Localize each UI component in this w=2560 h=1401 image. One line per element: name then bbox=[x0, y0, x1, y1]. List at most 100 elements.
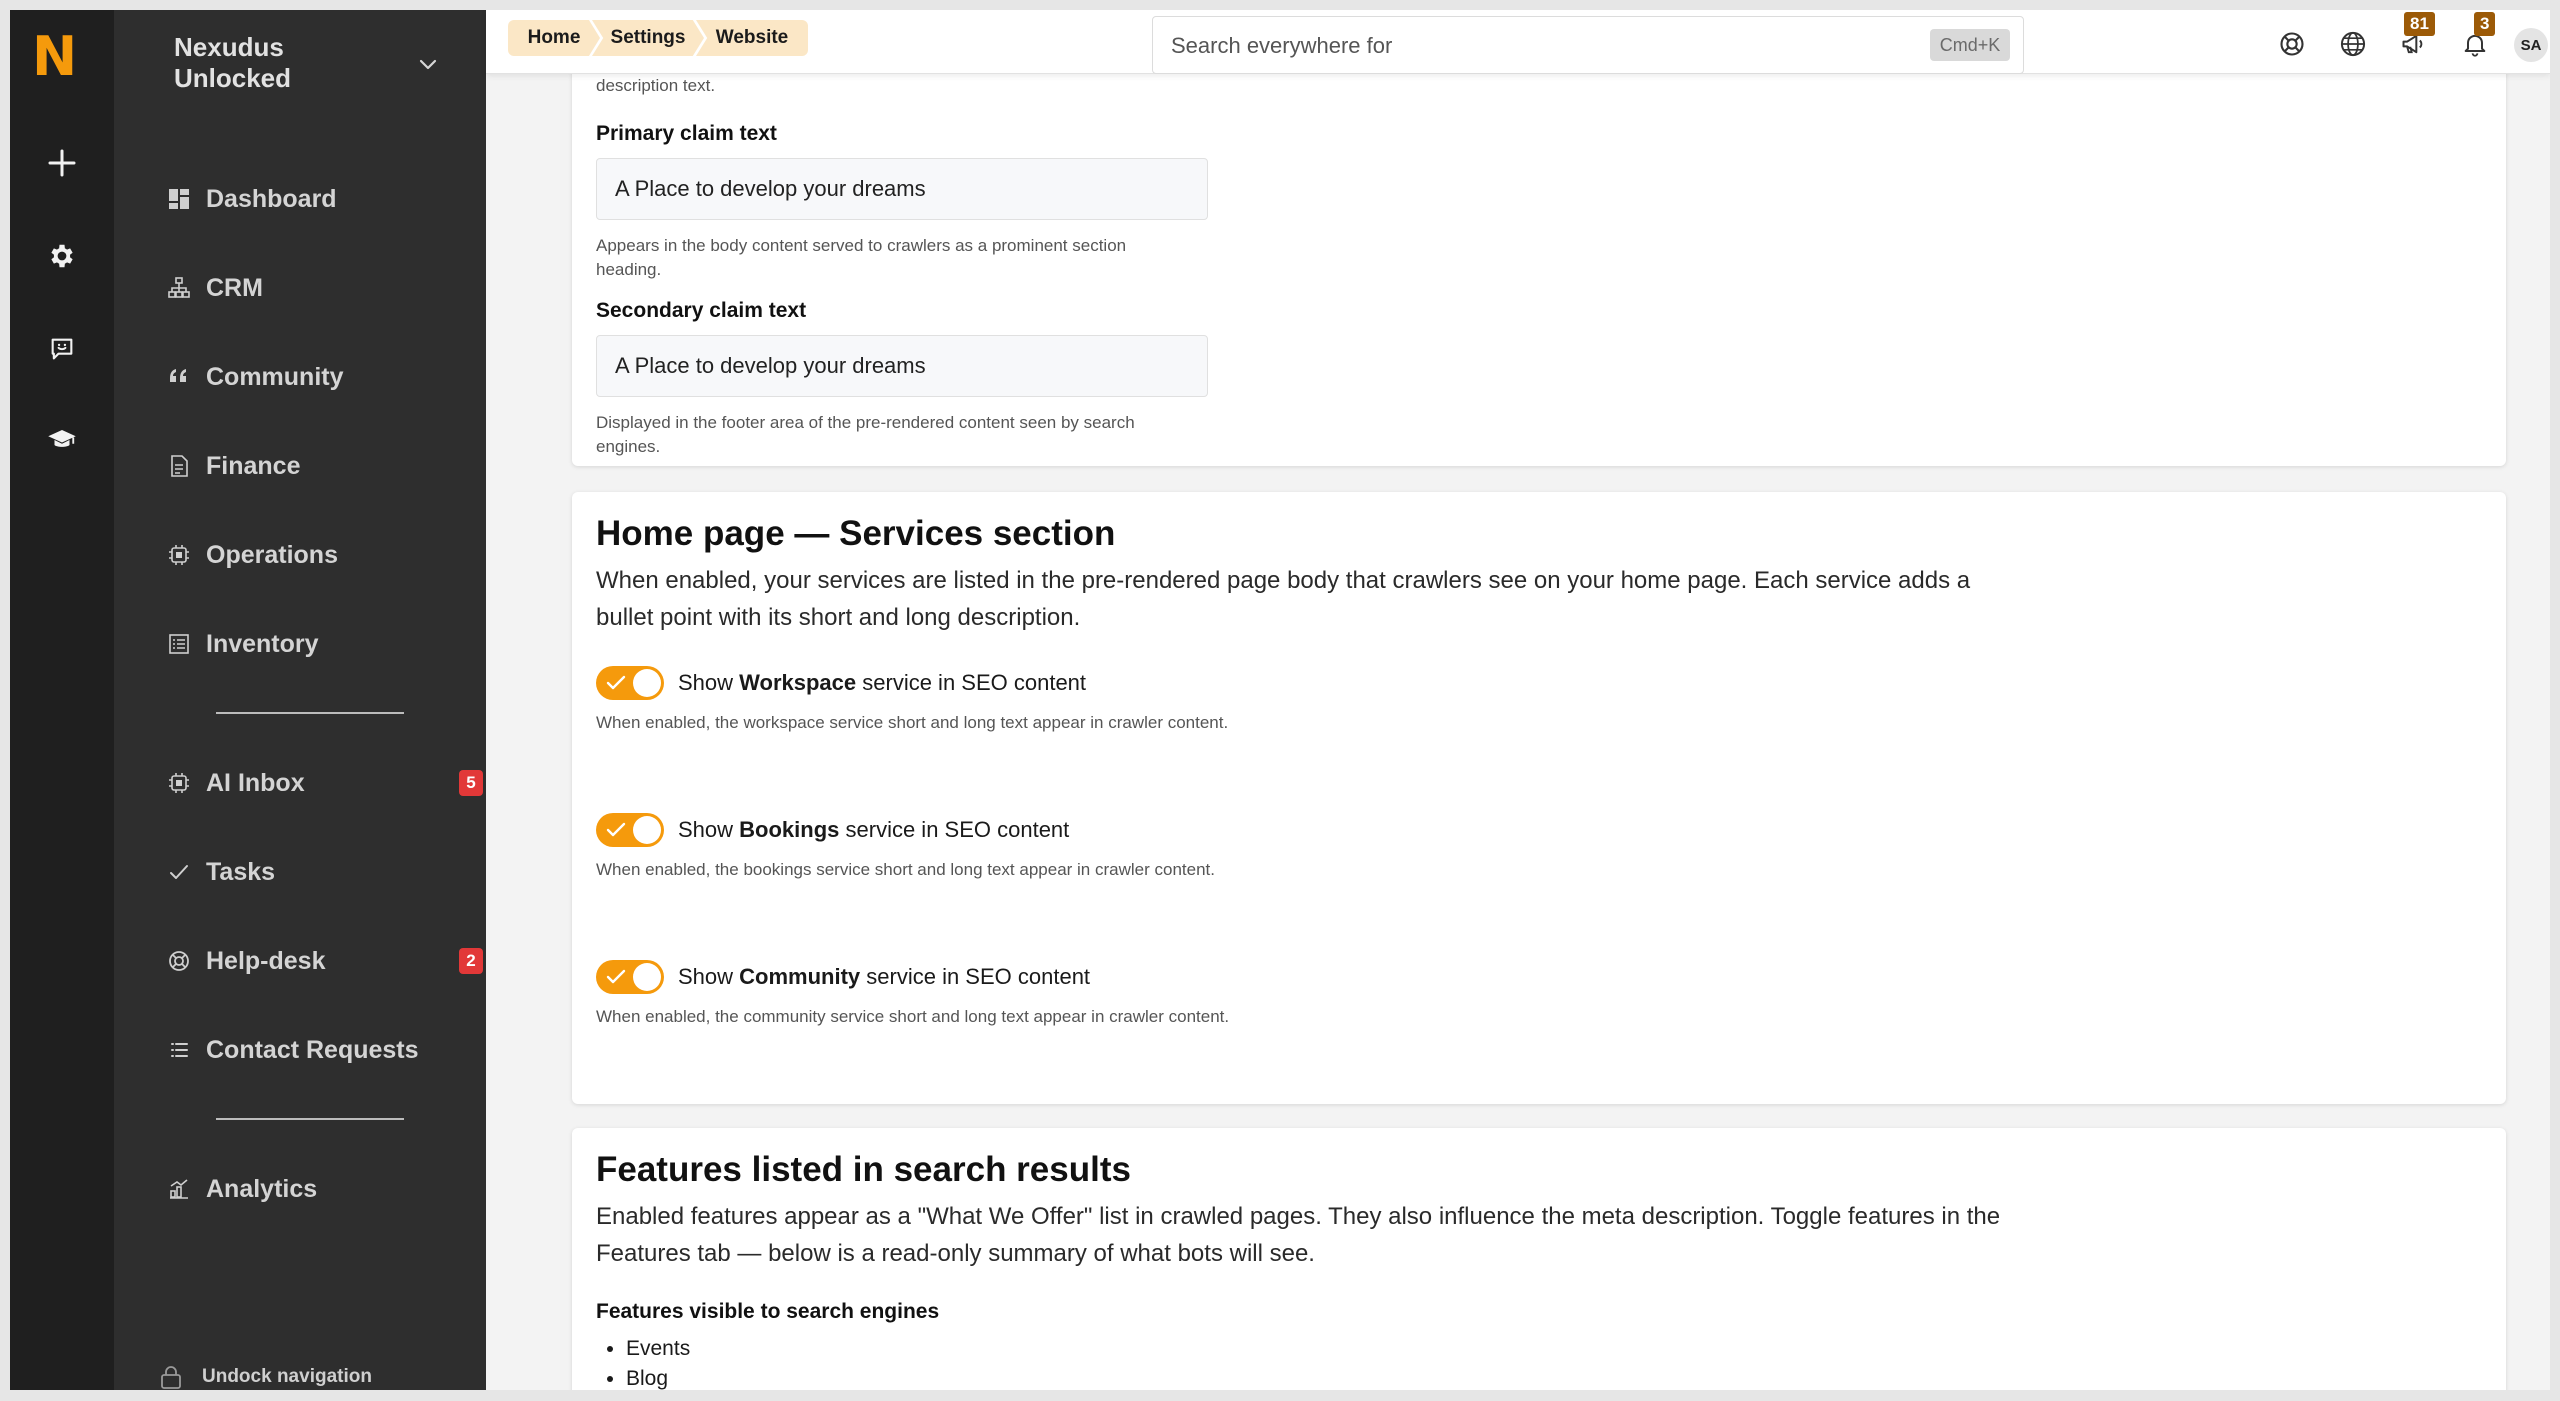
features-section-title: Features listed in search results bbox=[596, 1150, 1131, 1189]
help-center-button[interactable] bbox=[2276, 28, 2308, 60]
sidebar-item-finance[interactable]: Finance bbox=[164, 441, 464, 491]
sidebar-item-operations[interactable]: Operations bbox=[164, 530, 464, 580]
document-icon bbox=[164, 451, 194, 481]
check-icon bbox=[606, 675, 626, 690]
top-bar: Home Settings Website Search everywhere … bbox=[486, 10, 2550, 74]
toggle-label-suffix: service in SEO content bbox=[856, 670, 1087, 695]
global-search-input[interactable]: Search everywhere for Cmd+K bbox=[1152, 16, 2024, 74]
lock-icon bbox=[158, 1364, 184, 1390]
list-icon bbox=[164, 629, 194, 659]
secondary-claim-label: Secondary claim text bbox=[596, 299, 807, 322]
sidebar-item-label: Dashboard bbox=[206, 184, 337, 213]
sidebar: Nexudus Unlocked Dashboard CRM Community… bbox=[114, 10, 486, 1390]
ai-inbox-count-badge: 5 bbox=[459, 770, 483, 796]
primary-claim-label: Primary claim text bbox=[596, 122, 777, 145]
sidebar-item-label: Community bbox=[206, 362, 344, 391]
secondary-claim-help: Displayed in the footer area of the pre-… bbox=[596, 413, 1135, 456]
toggle-knob bbox=[633, 669, 661, 697]
check-icon bbox=[606, 969, 626, 984]
sidebar-item-label: Tasks bbox=[206, 857, 276, 886]
app-window: N Nexudus Unlocked Dashboard CRM Communi… bbox=[10, 10, 2550, 1390]
toggle-knob bbox=[633, 816, 661, 844]
workspace-seo-toggle-label[interactable]: Show Workspace service in SEO content bbox=[678, 670, 1086, 696]
sidebar-item-label: Inventory bbox=[206, 629, 319, 658]
icon-rail: N bbox=[10, 10, 114, 1390]
toggle-label-service: Workspace bbox=[739, 670, 857, 695]
toggle-label-prefix: Show bbox=[678, 670, 740, 695]
sitemap-icon bbox=[164, 273, 194, 303]
features-section-description: Enabled features appear as a "What We Of… bbox=[596, 1203, 2001, 1267]
features-section-card: Features listed in search results Enable… bbox=[572, 1128, 2506, 1390]
toggle-label-service: Bookings bbox=[739, 817, 840, 842]
sidebar-item-community[interactable]: Community bbox=[164, 352, 464, 402]
workspace-seo-toggle-help: When enabled, the workspace service shor… bbox=[596, 713, 1229, 732]
community-seo-toggle-label[interactable]: Show Community service in SEO content bbox=[678, 964, 1090, 990]
bookings-seo-toggle[interactable] bbox=[596, 813, 664, 847]
dashboard-icon bbox=[164, 184, 194, 214]
feedback-button[interactable] bbox=[36, 323, 88, 375]
main-content: description text. Primary claim text A P… bbox=[486, 74, 2550, 1390]
toggle-label-suffix: service in SEO content bbox=[839, 817, 1070, 842]
chat-smile-icon bbox=[51, 338, 73, 360]
features-list: Events Blog bbox=[596, 1334, 690, 1390]
bookings-seo-toggle-label[interactable]: Show Bookings service in SEO content bbox=[678, 817, 1069, 843]
services-section-title: Home page — Services section bbox=[596, 514, 1116, 553]
list-item: Blog bbox=[626, 1364, 690, 1390]
sidebar-item-ai-inbox[interactable]: AI Inbox 5 bbox=[164, 758, 483, 808]
quote-icon bbox=[164, 362, 194, 392]
services-section-description: When enabled, your services are listed i… bbox=[596, 567, 1971, 631]
notifications-count-badge: 3 bbox=[2474, 12, 2496, 36]
toggle-label-suffix: service in SEO content bbox=[860, 964, 1091, 989]
plus-icon bbox=[48, 149, 76, 177]
sidebar-item-crm[interactable]: CRM bbox=[164, 263, 464, 313]
website-button[interactable] bbox=[2337, 28, 2369, 60]
community-seo-toggle-help: When enabled, the community service shor… bbox=[596, 1007, 1230, 1026]
sidebar-divider bbox=[216, 712, 404, 714]
check-icon bbox=[606, 822, 626, 837]
breadcrumb-settings[interactable]: Settings bbox=[592, 20, 704, 56]
workspace-seo-toggle[interactable] bbox=[596, 666, 664, 700]
breadcrumb-website[interactable]: Website bbox=[696, 20, 808, 56]
toggle-knob bbox=[633, 963, 661, 991]
announcements-count-badge: 81 bbox=[2404, 12, 2435, 36]
sidebar-item-label: Finance bbox=[206, 451, 301, 480]
sidebar-item-inventory[interactable]: Inventory bbox=[164, 619, 464, 669]
settings-button[interactable] bbox=[36, 230, 88, 282]
toggle-label-service: Community bbox=[739, 964, 861, 989]
breadcrumb-home[interactable]: Home bbox=[508, 20, 600, 56]
nexudus-logo[interactable]: N bbox=[32, 30, 77, 84]
toggle-label-prefix: Show bbox=[678, 817, 740, 842]
secondary-claim-input[interactable]: A Place to develop your dreams bbox=[596, 335, 1208, 397]
add-button[interactable] bbox=[36, 137, 88, 189]
sidebar-item-label: Operations bbox=[206, 540, 338, 569]
services-section-card: Home page — Services section When enable… bbox=[572, 492, 2506, 1104]
sidebar-divider bbox=[216, 1118, 404, 1120]
graduation-cap-icon bbox=[48, 430, 76, 447]
primary-claim-input[interactable]: A Place to develop your dreams bbox=[596, 158, 1208, 220]
list-item: Events bbox=[626, 1334, 690, 1364]
sidebar-item-analytics[interactable]: Analytics bbox=[164, 1164, 464, 1214]
globe-icon bbox=[2340, 31, 2366, 57]
chip-icon bbox=[164, 540, 194, 570]
bookings-seo-toggle-help: When enabled, the bookings service short… bbox=[596, 860, 1215, 879]
chart-icon bbox=[164, 1174, 194, 1204]
academy-button[interactable] bbox=[36, 414, 88, 466]
lifebuoy-icon bbox=[164, 946, 194, 976]
sidebar-item-help-desk[interactable]: Help-desk 2 bbox=[164, 936, 483, 986]
toggle-label-prefix: Show bbox=[678, 964, 740, 989]
sidebar-item-label: AI Inbox bbox=[206, 768, 305, 797]
gear-icon bbox=[51, 244, 73, 268]
sidebar-item-dashboard[interactable]: Dashboard bbox=[164, 174, 464, 224]
user-avatar[interactable]: SA bbox=[2514, 28, 2548, 62]
primary-claim-help: Appears in the body content served to cr… bbox=[596, 236, 1127, 279]
features-list-label: Features visible to search engines bbox=[596, 1300, 940, 1323]
organization-switcher[interactable] bbox=[414, 50, 442, 78]
sidebar-item-label: Analytics bbox=[206, 1174, 318, 1203]
community-seo-toggle[interactable] bbox=[596, 960, 664, 994]
undock-navigation-button[interactable]: Undock navigation bbox=[158, 1360, 372, 1390]
organization-name[interactable]: Nexudus Unlocked bbox=[174, 32, 394, 94]
sidebar-item-contact-requests[interactable]: Contact Requests bbox=[164, 1025, 464, 1075]
list-icon bbox=[164, 1035, 194, 1065]
sidebar-item-tasks[interactable]: Tasks bbox=[164, 847, 464, 897]
sidebar-item-label: CRM bbox=[206, 273, 263, 302]
